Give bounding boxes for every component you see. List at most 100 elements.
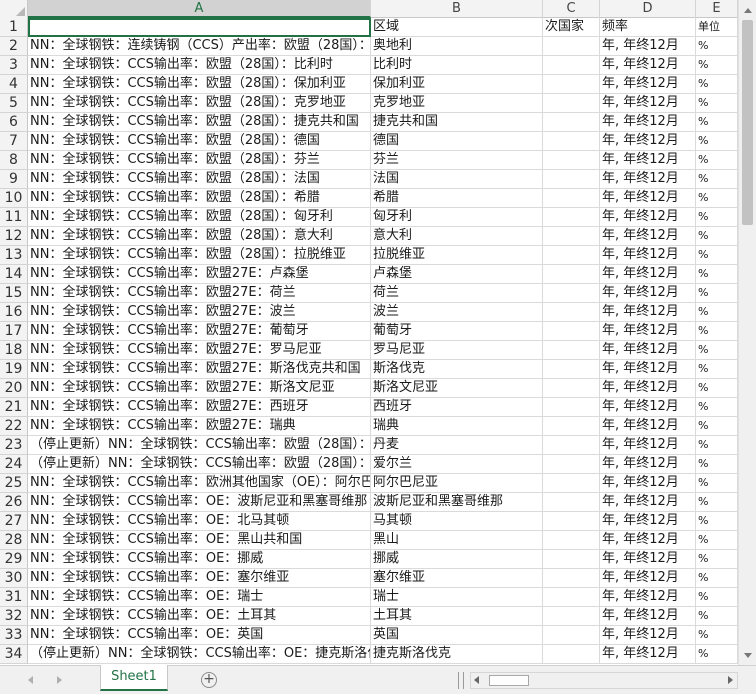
scroll-left-arrow-icon[interactable] xyxy=(474,676,479,684)
horizontal-scroll-thumb[interactable] xyxy=(489,675,529,686)
cell-d[interactable]: 年, 年终12月 xyxy=(600,113,696,132)
cell-b[interactable]: 比利时 xyxy=(371,56,543,75)
column-header-a[interactable]: A xyxy=(28,0,371,18)
cell-c[interactable] xyxy=(543,550,600,569)
cell-c[interactable] xyxy=(543,37,600,56)
cell-d[interactable]: 年, 年终12月 xyxy=(600,455,696,474)
cell-d[interactable]: 年, 年终12月 xyxy=(600,474,696,493)
row-header[interactable]: 22 xyxy=(0,417,28,436)
cell-a[interactable]: NN：全球钢铁：CCS输出率：欧盟（28国）：克罗地亚 xyxy=(28,94,371,113)
cell-e[interactable]: % xyxy=(696,360,738,379)
cell-b[interactable]: 意大利 xyxy=(371,227,543,246)
cell-e[interactable]: % xyxy=(696,113,738,132)
row-header[interactable]: 6 xyxy=(0,113,28,132)
row-header[interactable]: 32 xyxy=(0,607,28,626)
cell-b[interactable]: 波斯尼亚和黑塞哥维那 xyxy=(371,493,543,512)
cell-e[interactable]: % xyxy=(696,56,738,75)
cell-c[interactable] xyxy=(543,588,600,607)
sheet-nav-right-icon[interactable] xyxy=(53,674,65,686)
horizontal-scrollbar[interactable] xyxy=(470,672,738,689)
cell-d[interactable]: 年, 年终12月 xyxy=(600,56,696,75)
column-header-e[interactable]: E xyxy=(696,0,738,18)
cell-e[interactable]: % xyxy=(696,512,738,531)
row-header[interactable]: 33 xyxy=(0,626,28,645)
cell-d[interactable]: 年, 年终12月 xyxy=(600,550,696,569)
cell-b[interactable]: 西班牙 xyxy=(371,398,543,417)
cell-a[interactable]: NN：全球钢铁：CCS输出率：欧盟27E：荷兰 xyxy=(28,284,371,303)
row-header[interactable]: 3 xyxy=(0,56,28,75)
cell-a[interactable]: NN：全球钢铁：CCS输出率：OE：黑山共和国 xyxy=(28,531,371,550)
cell-b[interactable]: 捷克共和国 xyxy=(371,113,543,132)
cell-c[interactable] xyxy=(543,626,600,645)
cell-d[interactable]: 频率 xyxy=(600,18,696,37)
cell-b[interactable]: 英国 xyxy=(371,626,543,645)
row-header[interactable]: 9 xyxy=(0,170,28,189)
cell-e[interactable]: % xyxy=(696,94,738,113)
cell-e[interactable]: % xyxy=(696,607,738,626)
cell-e[interactable]: % xyxy=(696,170,738,189)
cell-e[interactable]: % xyxy=(696,436,738,455)
cell-c[interactable] xyxy=(543,75,600,94)
cell-d[interactable]: 年, 年终12月 xyxy=(600,417,696,436)
cell-b[interactable]: 瑞典 xyxy=(371,417,543,436)
sheet-nav-left-icon[interactable] xyxy=(24,674,36,686)
column-header-d[interactable]: D xyxy=(600,0,696,18)
cell-b[interactable]: 波兰 xyxy=(371,303,543,322)
cell-b[interactable]: 匈牙利 xyxy=(371,208,543,227)
cell-a[interactable]: NN：全球钢铁：CCS输出率：欧盟（28国）：意大利 xyxy=(28,227,371,246)
cell-a[interactable]: NN：全球钢铁：CCS输出率：欧洲其他国家（OE）：阿尔巴尼亚 xyxy=(28,474,371,493)
row-header[interactable]: 23 xyxy=(0,436,28,455)
cell-e[interactable]: % xyxy=(696,569,738,588)
cell-e[interactable]: % xyxy=(696,474,738,493)
cell-d[interactable]: 年, 年终12月 xyxy=(600,132,696,151)
cell-e[interactable]: % xyxy=(696,208,738,227)
cell-a[interactable]: NN：全球钢铁：CCS输出率：欧盟27E：西班牙 xyxy=(28,398,371,417)
cell-b[interactable]: 罗马尼亚 xyxy=(371,341,543,360)
cell-c[interactable] xyxy=(543,94,600,113)
cell-e[interactable]: % xyxy=(696,417,738,436)
cell-a[interactable]: NN：全球钢铁：CCS输出率：欧盟27E：葡萄牙 xyxy=(28,322,371,341)
cell-a[interactable]: NN：全球钢铁：CCS输出率：欧盟27E：波兰 xyxy=(28,303,371,322)
row-header[interactable]: 14 xyxy=(0,265,28,284)
cell-b[interactable]: 斯洛伐克 xyxy=(371,360,543,379)
cell-d[interactable]: 年, 年终12月 xyxy=(600,379,696,398)
cell-e[interactable]: % xyxy=(696,189,738,208)
cell-b[interactable]: 希腊 xyxy=(371,189,543,208)
row-header[interactable]: 15 xyxy=(0,284,28,303)
cell-d[interactable]: 年, 年终12月 xyxy=(600,227,696,246)
cell-b[interactable]: 黑山 xyxy=(371,531,543,550)
cell-d[interactable]: 年, 年终12月 xyxy=(600,265,696,284)
cell-c[interactable] xyxy=(543,113,600,132)
row-header[interactable]: 28 xyxy=(0,531,28,550)
cell-e[interactable]: % xyxy=(696,151,738,170)
cell-d[interactable]: 年, 年终12月 xyxy=(600,512,696,531)
cell-b[interactable]: 芬兰 xyxy=(371,151,543,170)
cell-e[interactable]: % xyxy=(696,227,738,246)
cell-d[interactable]: 年, 年终12月 xyxy=(600,208,696,227)
cell-d[interactable]: 年, 年终12月 xyxy=(600,607,696,626)
cell-e[interactable]: % xyxy=(696,398,738,417)
cell-c[interactable] xyxy=(543,569,600,588)
row-header[interactable]: 18 xyxy=(0,341,28,360)
cell-e[interactable]: % xyxy=(696,588,738,607)
row-header[interactable]: 5 xyxy=(0,94,28,113)
cell-c[interactable] xyxy=(543,493,600,512)
cell-e[interactable]: % xyxy=(696,37,738,56)
row-header[interactable]: 26 xyxy=(0,493,28,512)
cell-c[interactable] xyxy=(543,607,600,626)
cell-b[interactable]: 阿尔巴尼亚 xyxy=(371,474,543,493)
cell-c[interactable]: 次国家 xyxy=(543,18,600,37)
cell-c[interactable] xyxy=(543,360,600,379)
cell-e[interactable]: % xyxy=(696,303,738,322)
row-header[interactable]: 11 xyxy=(0,208,28,227)
cell-e[interactable]: % xyxy=(696,132,738,151)
row-header[interactable]: 34 xyxy=(0,645,28,664)
cell-a[interactable]: NN：全球钢铁：CCS输出率：OE：英国 xyxy=(28,626,371,645)
add-sheet-button[interactable]: + xyxy=(201,672,217,688)
cell-a[interactable]: NN：全球钢铁：CCS输出率：欧盟27E：斯洛文尼亚 xyxy=(28,379,371,398)
tab-split-handle[interactable] xyxy=(458,672,464,689)
cell-a[interactable]: NN：全球钢铁：CCS输出率：欧盟（28国）：比利时 xyxy=(28,56,371,75)
cell-c[interactable] xyxy=(543,56,600,75)
scroll-down-arrow-icon[interactable] xyxy=(739,647,756,663)
sheet-tab-sheet1[interactable]: Sheet1 xyxy=(100,665,168,691)
